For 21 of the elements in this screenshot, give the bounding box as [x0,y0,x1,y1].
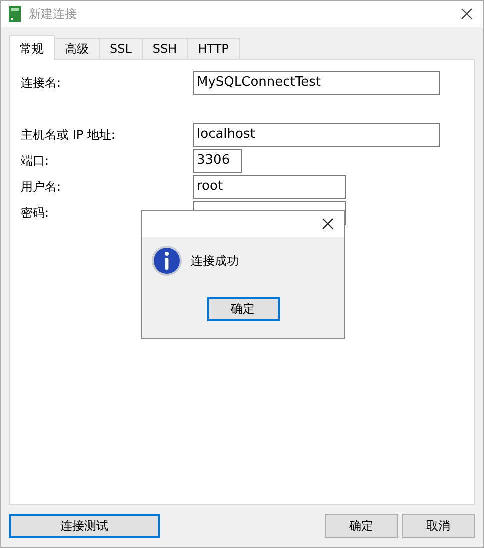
input-field[interactable]: 3306 [193,149,242,173]
message-text: 连接成功 [191,252,239,270]
ok-button[interactable]: 确定 [206,297,280,321]
field-label: 端口: [21,152,50,170]
button[interactable]: 确定 [325,514,398,538]
tab[interactable]: HTTP [187,38,240,59]
window-title: 新建连接 [29,6,77,22]
input-field[interactable]: root [193,175,346,199]
field-label: 主机名或 IP 地址: [21,126,116,144]
input-field[interactable]: localhost [193,123,440,147]
input-field[interactable]: MySQLConnectTest [193,71,440,95]
field-label: 密码: [21,204,50,222]
button[interactable]: 连接测试 [9,514,160,538]
info-icon [151,245,183,277]
field-label: 用户名: [21,178,62,196]
tab[interactable]: 常规 [9,35,55,60]
book-icon [9,6,21,22]
close-icon[interactable] [322,218,334,230]
button[interactable]: 取消 [402,514,475,538]
field-label: 连接名: [21,74,62,92]
close-icon[interactable] [461,8,473,20]
